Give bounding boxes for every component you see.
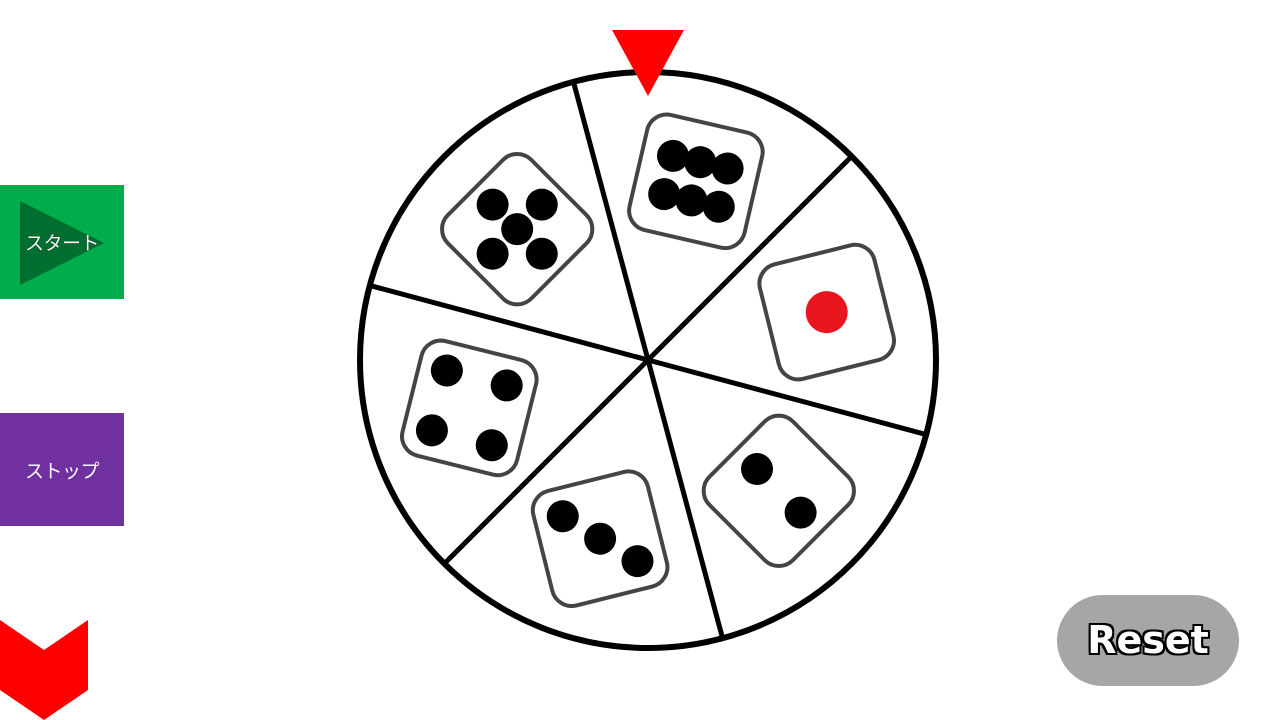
die-face-3 [530,469,670,608]
wheel-group [357,69,939,651]
die-face-6 [627,112,765,251]
die-face-1 [757,242,896,382]
reset-button-label: Reset [1087,618,1209,662]
die-face-4 [400,338,539,478]
roulette-app: スタート ストップ Reset [0,0,1280,720]
wheel-pointer-icon [612,30,684,96]
die-body [627,112,765,251]
reset-button[interactable]: Reset [1057,595,1239,686]
die-body [400,338,539,478]
